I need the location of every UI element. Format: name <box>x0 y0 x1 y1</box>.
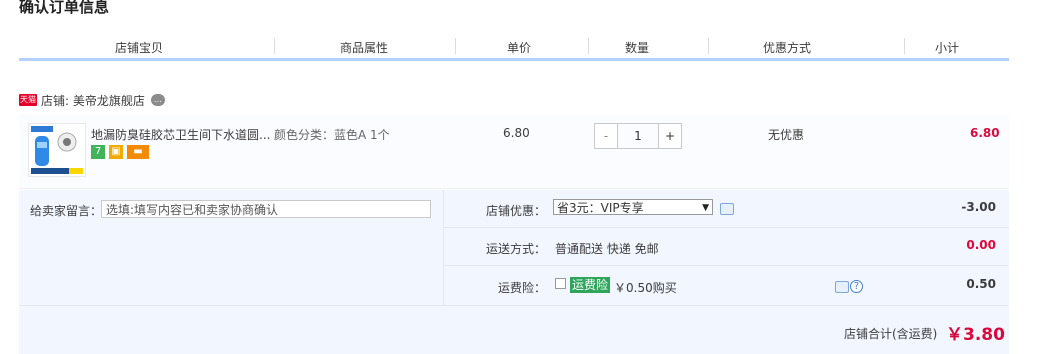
message-icon[interactable] <box>835 281 849 293</box>
divider <box>443 227 1009 228</box>
guarantee-icon[interactable]: ▣ <box>109 145 123 159</box>
seven-day-return-icon[interactable]: 7 <box>91 145 105 159</box>
shop-line: 天猫 店铺: 美帝龙旗舰店 … <box>19 92 165 108</box>
item-subtotal: 6.80 <box>970 126 1000 140</box>
discount-select[interactable]: 省3元：VIP专享 ▼ <box>553 199 713 215</box>
shipping-method: 普通配送 快递 免邮 <box>555 242 659 256</box>
col-price: 单价 <box>506 41 531 55</box>
col-attr: 商品属性 <box>339 41 388 55</box>
shipping-amount: 0.00 <box>966 238 996 252</box>
quantity-stepper: - 1 + <box>594 123 682 149</box>
col-divider <box>588 38 589 54</box>
message-icon[interactable] <box>720 203 734 215</box>
unit-price: 6.80 <box>503 126 530 140</box>
col-item: 店铺宝贝 <box>114 41 163 55</box>
card-payment-icon[interactable]: ▬ <box>127 145 149 159</box>
item-title[interactable]: 地漏防臭硅胶芯卫生间下水道圆... <box>91 126 270 143</box>
product-image-icon <box>31 126 83 174</box>
item-attribute: 颜色分类：蓝色A 1个 <box>274 128 390 142</box>
col-divider <box>455 38 456 54</box>
divider <box>443 265 1009 266</box>
tmall-badge: 天猫 <box>19 94 37 106</box>
help-icon[interactable]: ? <box>850 280 863 293</box>
promo-method: 无优惠 <box>768 128 805 142</box>
insurance-price: ￥0.50购买 <box>614 281 677 295</box>
total-value: ￥3.80 <box>946 325 1005 345</box>
col-subtotal: 小计 <box>934 41 959 55</box>
insurance-checkbox[interactable] <box>555 278 566 289</box>
item-tags: 7 ▣ ▬ <box>91 145 149 159</box>
insurance-amount: 0.50 <box>966 277 996 291</box>
table-header: 店铺宝贝 商品属性 单价 数量 优惠方式 小计 <box>19 34 1009 61</box>
memo-label: 给卖家留言： <box>30 204 103 218</box>
page-title: 确认订单信息 <box>19 0 110 16</box>
shipping-label: 运送方式： <box>486 242 547 256</box>
chevron-down-icon: ▼ <box>702 203 709 213</box>
col-divider <box>904 38 905 54</box>
shop-name[interactable]: 店铺: 美帝龙旗舰店 <box>41 92 145 109</box>
col-promo: 优惠方式 <box>762 41 811 55</box>
divider <box>19 305 1009 306</box>
divider <box>443 190 444 305</box>
qty-input[interactable]: 1 <box>617 124 659 148</box>
memo-input[interactable]: 选填:填写内容已和卖家协商确认 <box>101 200 431 218</box>
insurance-label: 运费险： <box>498 281 547 295</box>
discount-label: 店铺优惠： <box>486 204 547 218</box>
total-label: 店铺合计(含运费) <box>844 327 938 341</box>
qty-plus-button[interactable]: + <box>659 124 681 148</box>
col-qty: 数量 <box>624 41 649 55</box>
discount-amount: -3.00 <box>961 200 996 214</box>
chat-icon[interactable]: … <box>150 94 165 106</box>
product-thumbnail[interactable] <box>28 123 86 177</box>
insurance-tag: 运费险 <box>570 277 611 293</box>
qty-minus-button[interactable]: - <box>595 124 617 148</box>
discount-selected: 省3元：VIP专享 <box>557 201 644 215</box>
col-divider <box>274 38 275 54</box>
col-divider <box>708 38 709 54</box>
